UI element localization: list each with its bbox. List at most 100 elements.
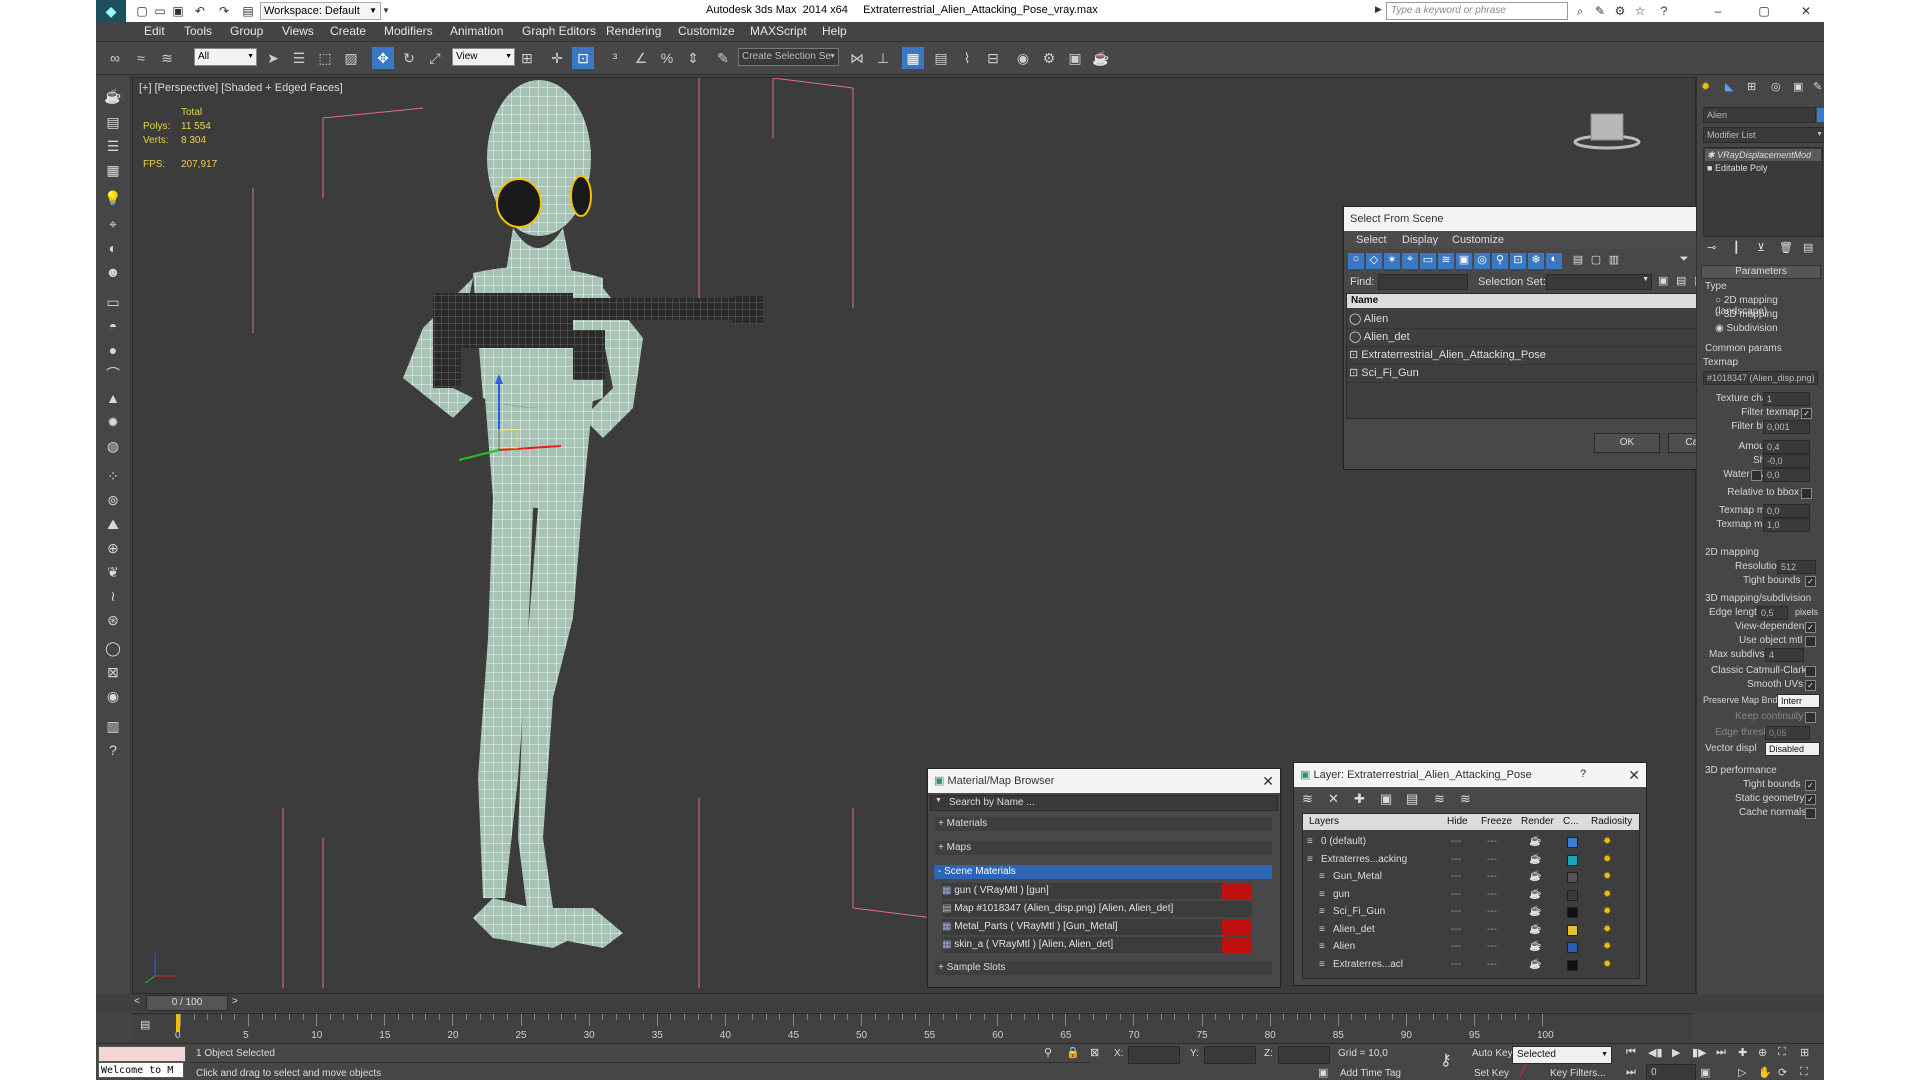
zoom-icon[interactable]: ✚ [1738,1046,1747,1059]
column-radiosity[interactable]: Radiosity [1591,816,1632,827]
smooth-uvs-checkbox[interactable]: ✓ [1805,680,1816,691]
modify-tab-icon[interactable]: ◣ [1725,80,1733,93]
freeze-toggle[interactable]: --- [1487,904,1497,920]
sky-icon[interactable]: ◍ [102,435,124,457]
time-slider-next[interactable]: > [232,996,238,1007]
curve-editor-icon[interactable]: ⌇ [956,47,978,69]
param-field[interactable]: -0,0 [1763,454,1810,468]
pin-stack-icon[interactable]: ⊸ [1707,241,1716,254]
set-keys-icon[interactable]: ╱ [1520,1064,1527,1077]
alien-model[interactable] [403,80,643,948]
filter-xrefs-icon[interactable]: ◎ [1474,253,1490,269]
freeze-toggle[interactable]: --- [1487,922,1497,938]
current-frame-field[interactable]: 0 [1646,1064,1696,1080]
param-field[interactable]: 1 [1763,392,1810,406]
key-filters-button[interactable]: Key Filters... [1550,1068,1606,1079]
keep-continuity-checkbox[interactable] [1805,712,1816,723]
filter-groups-icon[interactable]: ▣ [1456,253,1472,269]
minimize-icon[interactable]: – [1710,3,1726,19]
hide-toggle[interactable]: --- [1451,834,1461,850]
radiosity-icon[interactable]: ✹ [1603,869,1611,885]
edge-thresh-field[interactable]: 0,05 [1765,726,1810,740]
parameters-rollout-title[interactable]: Parameters [1701,265,1821,279]
radiosity-icon[interactable]: ✹ [1603,834,1611,850]
fur-icon[interactable]: ⊛ [102,609,124,631]
spinner-snap-icon[interactable]: ⇕ [682,47,704,69]
render-teapot-icon[interactable]: ☕ [1529,904,1541,920]
sphere-light-icon[interactable]: ● [102,339,124,361]
play-icon[interactable]: ▶ [1672,1046,1680,1059]
static-geometry-checkbox[interactable]: ✓ [1805,794,1816,805]
param-checkbox[interactable] [1751,470,1762,481]
edit-selection-set-icon[interactable]: ▤ [1676,274,1686,287]
layer-color-swatch[interactable] [1567,854,1578,866]
utilities-tab-icon[interactable]: ✎ [1813,80,1822,93]
render-frame-icon[interactable]: ▤ [102,111,124,133]
view-dependent-checkbox[interactable]: ✓ [1805,622,1816,633]
display-all-icon[interactable]: ▤ [1570,253,1586,269]
filter-geometry-icon[interactable]: ○ [1348,253,1364,269]
radiosity-icon[interactable]: ✹ [1603,852,1611,868]
layer-row[interactable]: ≡ Extraterres...acl --- --- ☕ ✹ [1303,957,1639,973]
ok-button[interactable]: OK [1594,433,1660,453]
display-invert-icon[interactable]: ▥ [1606,253,1622,269]
filter-containers-icon[interactable]: ⊡ [1510,253,1526,269]
layer-row[interactable]: ≡ Gun_Metal --- --- ☕ ✹ [1303,869,1639,885]
plane-icon[interactable]: ▭ [102,291,124,313]
param-field[interactable]: 0,0 [1763,504,1810,518]
hide-toggle[interactable]: --- [1451,852,1461,868]
column-freeze[interactable]: Freeze [1481,816,1512,827]
prev-frame-icon[interactable]: ◀▮ [1648,1046,1663,1059]
edit-named-selection-icon[interactable]: ✎ [712,47,734,69]
layer-row[interactable]: ≡ gun --- --- ☕ ✹ [1303,887,1639,903]
section-materials[interactable]: + Materials [934,817,1272,831]
catmull-clark-checkbox[interactable] [1805,666,1816,677]
highlight-layer-icon[interactable]: ▤ [1406,791,1418,807]
selection-filter-dropdown[interactable]: All ▼ [194,48,257,66]
create-tab-icon[interactable]: ✹ [1701,80,1710,93]
list-icon[interactable]: ☰ [102,135,124,157]
subscription-icon[interactable]: ✎ [1592,3,1608,19]
earth-icon[interactable]: ◉ [102,685,124,707]
sphere-icon[interactable]: ◯ [102,637,124,659]
time-slider-thumb[interactable]: 0 / 100 [146,995,228,1011]
layer-color-swatch[interactable] [1567,959,1578,971]
people-icon[interactable]: ☻ [102,261,124,283]
menu-animation[interactable]: Animation [450,24,503,38]
filter-shapes-icon[interactable]: ◇ [1366,253,1382,269]
camera-icon[interactable]: ⌖ [102,213,124,235]
track-bar[interactable]: ▤ 0 5 10 15 20 25 30 35 40 45 50 55 60 65 70 75 80 85 90 95… [132,1013,1694,1044]
stack-item-vraydisplacement[interactable]: ✱ VRayDisplacementMod [1705,149,1821,161]
radiosity-icon[interactable]: ✹ [1603,922,1611,938]
hide-toggle[interactable]: --- [1451,869,1461,885]
dome-icon[interactable]: ◓ [102,315,124,337]
hair-icon[interactable]: ≀ [102,585,124,607]
zoom-all-icon[interactable]: ⊕ [1758,1046,1767,1059]
hide-all-icon[interactable]: ≋ [1434,791,1445,807]
absolute-mode-icon[interactable]: ⊠ [1090,1046,1099,1059]
save-selection-set-icon[interactable]: ▣ [1658,274,1668,287]
workspace-dropdown[interactable]: Workspace: Default ▼ [260,2,381,20]
hierarchy-tab-icon[interactable]: ⊞ [1747,80,1756,93]
zoom-extents-all-icon[interactable]: ⊞ [1800,1046,1809,1059]
layer-color-swatch[interactable] [1567,942,1578,953]
object-color-swatch[interactable] [1817,108,1824,122]
schematic-view-icon[interactable]: ⊟ [982,47,1004,69]
render-teapot-icon[interactable]: ☕ [1529,834,1541,850]
save-icon[interactable]: ▣ [170,3,186,19]
render-teapot-icon[interactable]: ☕ [1529,922,1541,938]
select-objects-icon[interactable]: ▣ [1380,791,1392,807]
configure-sets-icon[interactable]: ▤ [1803,241,1813,254]
tab-display[interactable]: Display [1402,234,1438,246]
auto-key-button[interactable]: Auto Key [1472,1048,1513,1059]
mini-curve-editor-icon[interactable]: ▤ [140,1018,150,1031]
vector-displ-dropdown[interactable]: Disabled [1765,742,1820,756]
percent-snap-icon[interactable]: % [656,47,678,69]
filter-spacewarps-icon[interactable]: ≋ [1438,253,1454,269]
tight-bounds-2d-checkbox[interactable]: ✓ [1805,576,1816,587]
goto-start-icon[interactable]: ⏮ [1626,1046,1636,1059]
maxscript-listener[interactable] [98,1046,186,1062]
filter-bones-icon[interactable]: ⚲ [1492,253,1508,269]
freeze-toggle[interactable]: --- [1487,939,1497,955]
close-window-icon[interactable]: ✕ [1798,3,1814,19]
